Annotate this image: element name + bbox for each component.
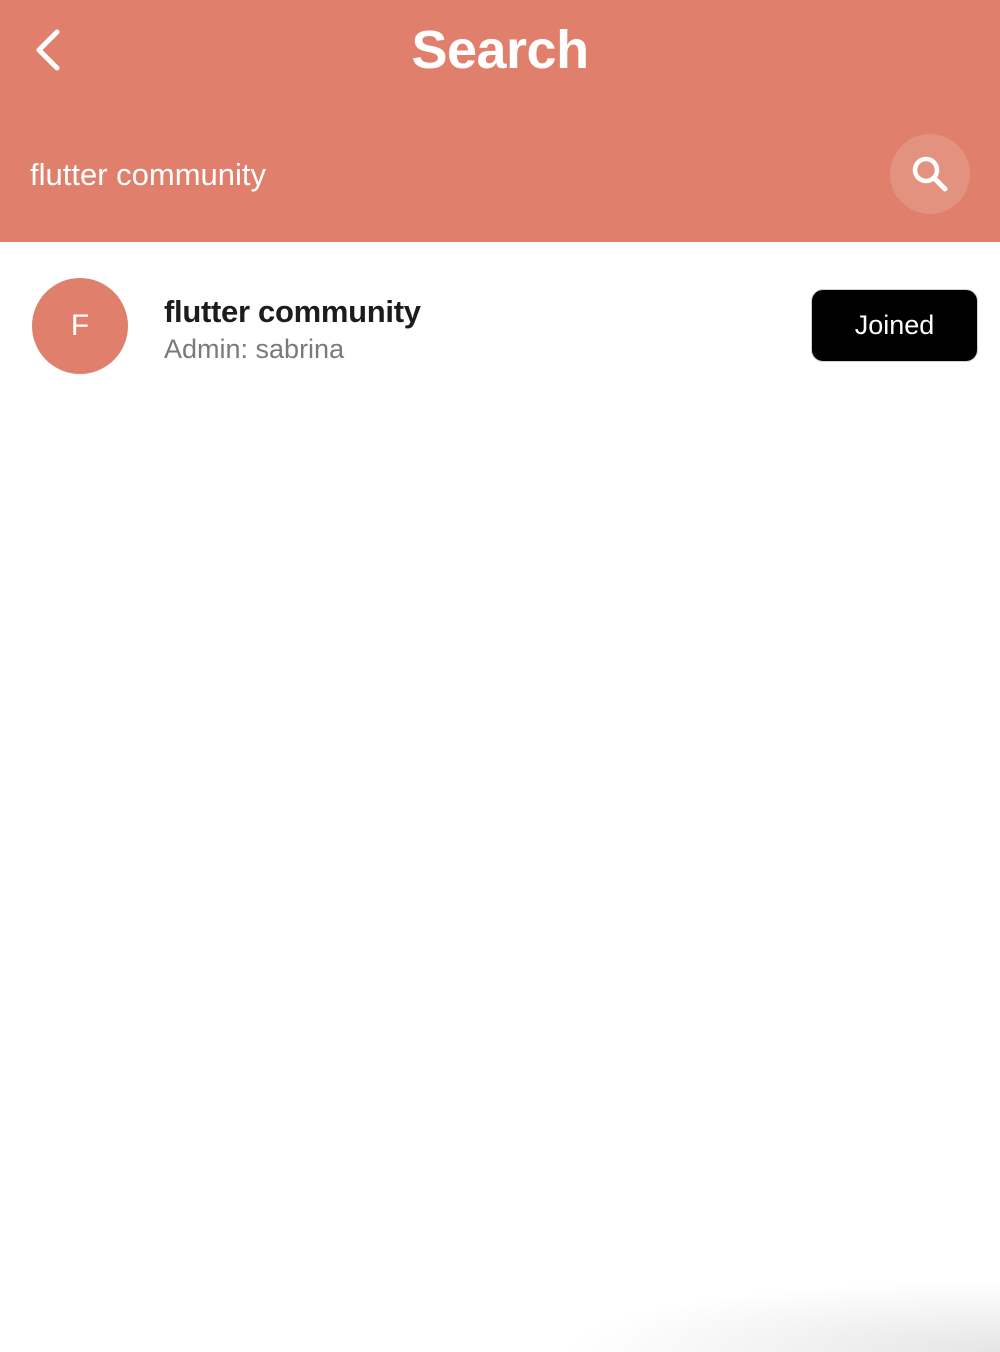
group-avatar: F (32, 278, 128, 374)
search-icon (912, 156, 948, 192)
search-input[interactable] (30, 148, 850, 202)
page-title: Search (411, 20, 589, 80)
joined-button[interactable]: Joined (811, 289, 978, 362)
group-admin: Admin: sabrina (164, 334, 345, 364)
search-screen: Search F flutter community Admin: sabrin… (0, 0, 1000, 1352)
avatar-letter: F (70, 309, 90, 342)
app-bar: Search (0, 0, 1000, 242)
bottom-shadow (560, 1280, 1000, 1352)
group-name: flutter community (164, 294, 421, 329)
search-button[interactable] (890, 134, 970, 214)
